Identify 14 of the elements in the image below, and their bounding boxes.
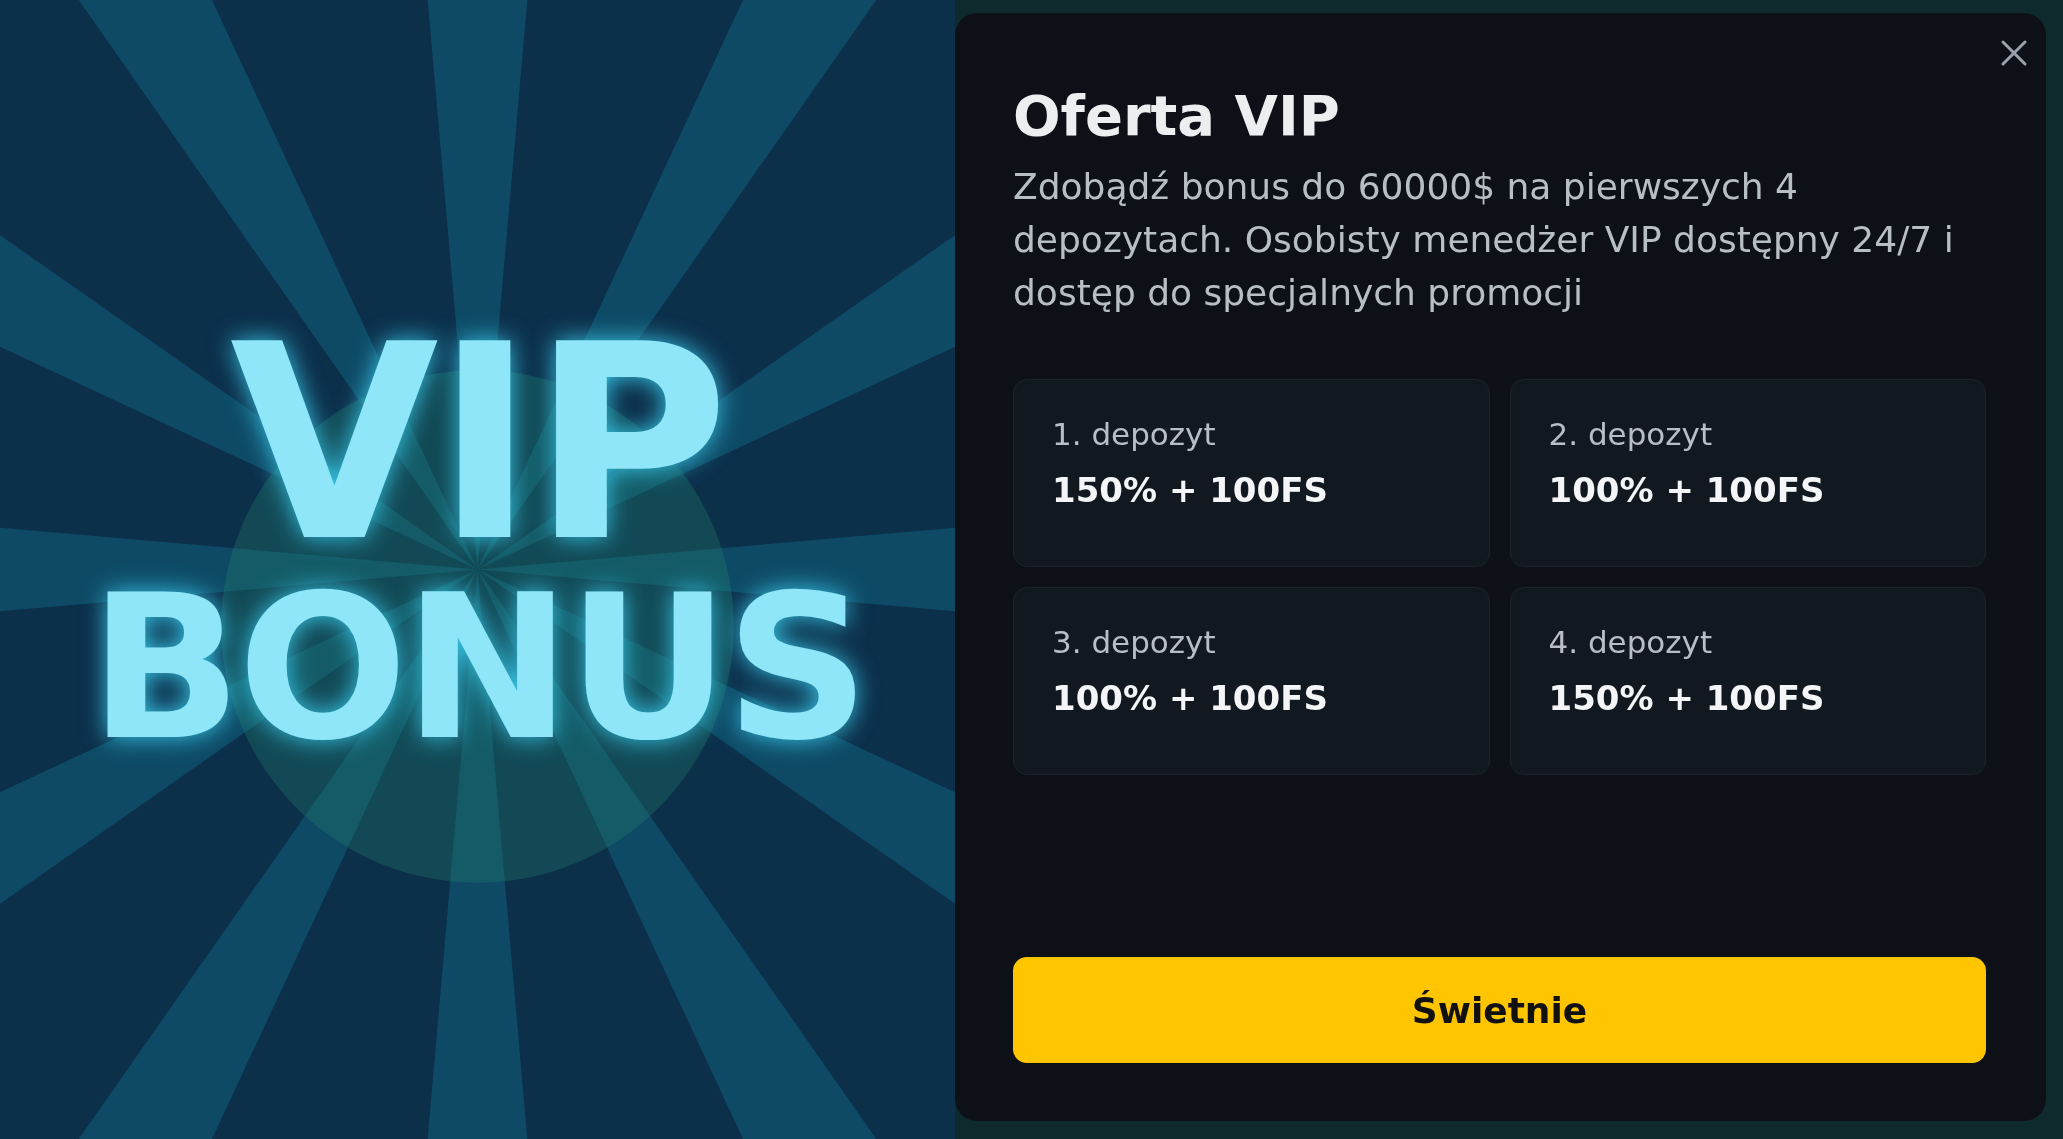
deposit-label: 3. depozyt xyxy=(1052,624,1217,660)
deposit-bonus: 150% + 100FS xyxy=(1548,678,1826,718)
banner-text: VIP xyxy=(229,316,726,573)
dialog-title: Oferta VIP xyxy=(1013,83,1341,148)
deposit-bonus: 150% + 100FS xyxy=(1052,470,1329,510)
banner-text: BONUS xyxy=(89,572,866,763)
deposit-label: 4. depozyt xyxy=(1548,624,1714,660)
close-icon[interactable] xyxy=(2000,39,2028,67)
confirm-button[interactable]: Świetnie xyxy=(1013,957,1986,1063)
dialog-description: Zdobądź bonus do 60000$ na pierwszych 4 depozytach. Osobisty menedżer VIP dostępny 24/7 i dostęp do specjalnych promocji xyxy=(1013,165,1955,315)
deposit-bonus: 100% + 100FS xyxy=(1548,470,1826,510)
deposit-bonus: 100% + 100FS xyxy=(1052,678,1329,718)
deposit-label: 1. depozyt xyxy=(1052,416,1217,452)
deposit-label: 2. depozyt xyxy=(1548,416,1714,452)
